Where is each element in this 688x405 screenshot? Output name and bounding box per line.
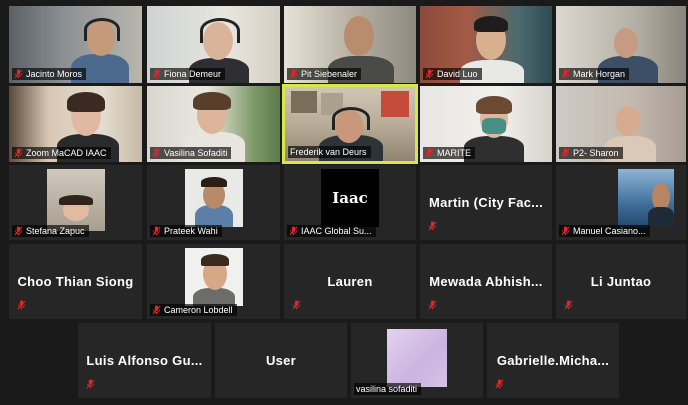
- participant-display-name: User: [265, 352, 297, 368]
- participant-tile[interactable]: Fiona Demeur: [147, 6, 280, 83]
- participant-photo: [46, 169, 105, 231]
- muted-mic-icon: [425, 148, 434, 158]
- participant-name: Jacinto Moros: [26, 69, 83, 79]
- muted-mic-icon: [564, 297, 573, 315]
- participant-display-name: Li Juntao: [590, 273, 652, 289]
- participant-tile[interactable]: Lauren: [284, 244, 416, 319]
- participant-name: Frederik van Deurs: [290, 147, 367, 157]
- participant-display-name: Luis Alfonso Gu...: [86, 352, 203, 368]
- participant-tile[interactable]: Li Juntao: [556, 244, 686, 319]
- participant-name: P2- Sharon: [573, 148, 619, 158]
- muted-mic-icon: [14, 226, 23, 236]
- participant-photo: [184, 169, 243, 227]
- participant-tile[interactable]: P2- Sharon: [556, 86, 686, 162]
- participant-name-tag: Jacinto Moros: [12, 68, 87, 80]
- participant-tile[interactable]: Mewada Abhish...: [420, 244, 552, 319]
- muted-mic-icon: [17, 297, 26, 315]
- participant-name: Mark Horgan: [573, 69, 626, 79]
- participant-name: Cameron Lobdell: [164, 305, 233, 315]
- participant-name: Prateek Wahi: [164, 226, 218, 236]
- participant-tile[interactable]: User: [215, 323, 347, 398]
- participant-name-tag: Stefana Zapuc: [12, 225, 89, 237]
- participant-name: Stefana Zapuc: [26, 226, 85, 236]
- participant-name: vasilina sofaditi: [356, 384, 418, 394]
- participant-photo: [387, 329, 447, 387]
- participant-display-name: Gabrielle.Micha...: [496, 352, 610, 368]
- participant-tile[interactable]: Zoom MaCAD IAAC: [9, 86, 142, 162]
- participant-display-name: Choo Thian Siong: [17, 273, 134, 289]
- participant-tile[interactable]: Stefana Zapuc: [9, 165, 142, 240]
- participant-photo: [618, 169, 674, 227]
- iaac-logo: Iaac: [321, 169, 379, 227]
- participant-name-tag: Pit Siebenaler: [287, 68, 362, 80]
- participant-tile[interactable]: Manuel Casiano...: [556, 165, 686, 240]
- participant-tile[interactable]: Prateek Wahi: [147, 165, 280, 240]
- muted-mic-icon: [561, 148, 570, 158]
- participant-tile[interactable]: Vasilina Sofaditi: [147, 86, 280, 162]
- participant-tile[interactable]: Mark Horgan: [556, 6, 686, 83]
- participant-name: David Luo: [437, 69, 478, 79]
- participant-tile[interactable]: Cameron Lobdell: [147, 244, 280, 319]
- participant-tile[interactable]: Gabrielle.Micha...: [487, 323, 619, 398]
- participant-tile[interactable]: Pit Siebenaler: [284, 6, 416, 83]
- active-speaker-tile[interactable]: Frederik van Deurs: [282, 84, 418, 164]
- participant-display-name: Mewada Abhish...: [429, 273, 543, 289]
- muted-mic-icon: [292, 297, 301, 315]
- muted-mic-icon: [152, 69, 161, 79]
- muted-mic-icon: [289, 226, 298, 236]
- participant-name: Zoom MaCAD IAAC: [26, 148, 107, 158]
- participant-name: Fiona Demeur: [164, 69, 222, 79]
- participant-name: Manuel Casiano...: [573, 226, 646, 236]
- participant-name: IAAC Global Su...: [301, 226, 372, 236]
- muted-mic-icon: [428, 218, 437, 236]
- participant-tile[interactable]: vasilina sofaditi: [351, 323, 483, 398]
- participant-name-tag: P2- Sharon: [559, 147, 623, 159]
- participant-name-tag: Mark Horgan: [559, 68, 630, 80]
- participant-tile[interactable]: Martin (City Fac...: [420, 165, 552, 240]
- participant-name-tag: MARITE: [423, 147, 476, 159]
- muted-mic-icon: [86, 376, 95, 394]
- muted-mic-icon: [425, 69, 434, 79]
- participant-name: Pit Siebenaler: [301, 69, 358, 79]
- muted-mic-icon: [561, 226, 570, 236]
- participant-tile[interactable]: Iaac IAAC Global Su...: [284, 165, 416, 240]
- participant-photo: [184, 248, 243, 306]
- participant-name-tag: Frederik van Deurs: [288, 146, 371, 158]
- participant-name-tag: Cameron Lobdell: [150, 304, 237, 316]
- participant-name-tag: vasilina sofaditi: [354, 383, 422, 395]
- participant-tile[interactable]: MARITE: [420, 86, 552, 162]
- muted-mic-icon: [14, 69, 23, 79]
- muted-mic-icon: [152, 226, 161, 236]
- muted-mic-icon: [14, 148, 23, 158]
- participant-name-tag: Fiona Demeur: [150, 68, 226, 80]
- participant-name: Vasilina Sofaditi: [164, 148, 228, 158]
- video-grid: Jacinto Moros Fiona Demeur Pit Siebenale…: [0, 0, 688, 405]
- muted-mic-icon: [152, 305, 161, 315]
- muted-mic-icon: [289, 69, 298, 79]
- participant-name-tag: David Luo: [423, 68, 482, 80]
- participant-name-tag: Vasilina Sofaditi: [150, 147, 232, 159]
- muted-mic-icon: [495, 376, 504, 394]
- participant-tile[interactable]: Choo Thian Siong: [9, 244, 142, 319]
- muted-mic-icon: [152, 148, 161, 158]
- participant-name-tag: Manuel Casiano...: [559, 225, 650, 237]
- participant-name-tag: Prateek Wahi: [150, 225, 222, 237]
- participant-name-tag: IAAC Global Su...: [287, 225, 376, 237]
- muted-mic-icon: [428, 297, 437, 315]
- participant-tile[interactable]: Luis Alfonso Gu...: [78, 323, 211, 398]
- muted-mic-icon: [561, 69, 570, 79]
- participant-name-tag: Zoom MaCAD IAAC: [12, 147, 111, 159]
- participant-display-name: Lauren: [327, 273, 373, 289]
- participant-tile[interactable]: David Luo: [420, 6, 552, 83]
- participant-name: MARITE: [437, 148, 472, 158]
- participant-display-name: Martin (City Fac...: [428, 194, 544, 210]
- participant-tile[interactable]: Jacinto Moros: [9, 6, 142, 83]
